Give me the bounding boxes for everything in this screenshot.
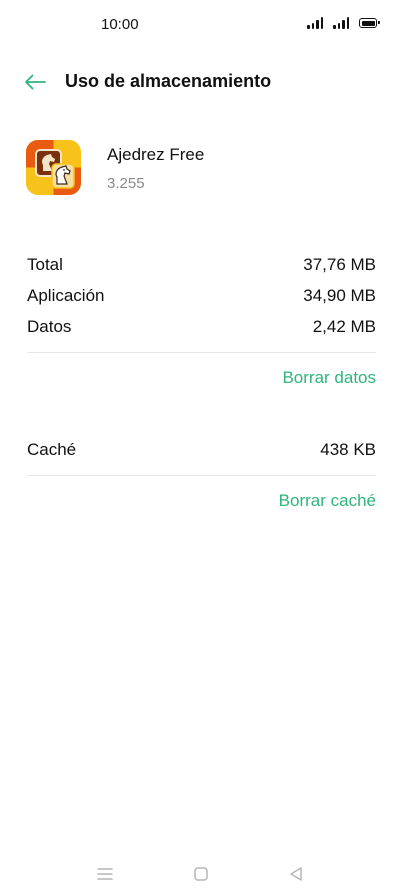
header: Uso de almacenamiento xyxy=(0,60,403,104)
storage-row-data: Datos 2,42 MB xyxy=(27,315,376,339)
storage-label: Total xyxy=(27,255,63,274)
cache-value: 438 KB xyxy=(320,440,376,459)
app-version: 3.255 xyxy=(107,175,145,192)
storage-row-cache: Caché 438 KB xyxy=(27,438,376,462)
clear-data-button[interactable]: Borrar datos xyxy=(282,368,376,388)
signal-icon xyxy=(333,17,349,29)
storage-value: 2,42 MB xyxy=(312,317,376,336)
nav-back-button[interactable] xyxy=(284,862,308,886)
battery-icon xyxy=(359,18,380,28)
clear-cache-button[interactable]: Borrar caché xyxy=(279,491,376,511)
square-home-icon xyxy=(194,867,208,881)
storage-row-total: Total 37,76 MB xyxy=(27,253,376,277)
storage-label: Datos xyxy=(27,317,72,336)
storage-value: 37,76 MB xyxy=(303,255,376,274)
status-icons xyxy=(307,17,380,29)
divider xyxy=(27,475,376,476)
menu-button[interactable] xyxy=(93,862,117,886)
divider xyxy=(27,352,376,353)
home-button[interactable] xyxy=(189,862,213,886)
page-title: Uso de almacenamiento xyxy=(65,71,272,91)
app-name: Ajedrez Free xyxy=(107,145,205,164)
back-button[interactable] xyxy=(20,68,50,96)
app-info: Ajedrez Free 3.255 xyxy=(26,140,376,200)
cache-label: Caché xyxy=(27,440,77,459)
storage-label: Aplicación xyxy=(27,286,105,305)
arrow-left-icon xyxy=(25,74,46,90)
menu-icon xyxy=(97,868,113,880)
navigation-bar xyxy=(0,852,403,896)
status-time: 10:00 xyxy=(101,16,139,33)
storage-row-application: Aplicación 34,90 MB xyxy=(27,284,376,308)
status-bar: 10:00 xyxy=(0,0,403,48)
app-icon xyxy=(26,140,81,195)
storage-value: 34,90 MB xyxy=(303,286,376,305)
triangle-back-icon xyxy=(290,867,302,881)
chess-knight-icon xyxy=(26,140,81,195)
signal-icon xyxy=(307,17,323,29)
